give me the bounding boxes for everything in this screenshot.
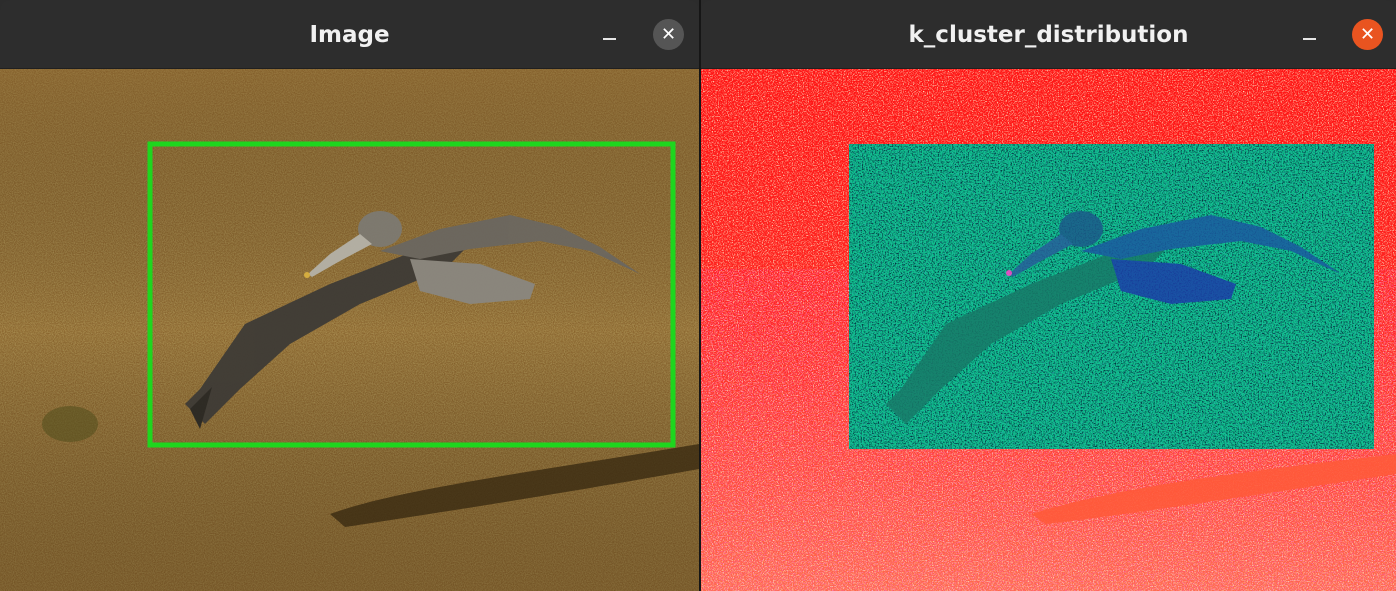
close-button[interactable]: ✕ — [1352, 19, 1383, 50]
titlebar[interactable]: Image ✕ — [0, 0, 699, 69]
close-button[interactable]: ✕ — [653, 19, 684, 50]
image-window: Image ✕ — [0, 0, 699, 591]
titlebar[interactable]: k_cluster_distribution ✕ — [701, 0, 1396, 69]
cluster-window: k_cluster_distribution ✕ — [701, 0, 1396, 591]
cluster-region — [849, 144, 1374, 449]
image-view — [0, 69, 699, 591]
minimize-button[interactable] — [594, 20, 624, 50]
cluster-image — [701, 69, 1396, 591]
close-icon: ✕ — [660, 24, 677, 45]
cluster-view — [701, 69, 1396, 591]
pelican-photo — [0, 69, 699, 591]
close-icon: ✕ — [1359, 24, 1376, 45]
window-title: k_cluster_distribution — [908, 22, 1189, 48]
minimize-button[interactable] — [1294, 20, 1324, 50]
